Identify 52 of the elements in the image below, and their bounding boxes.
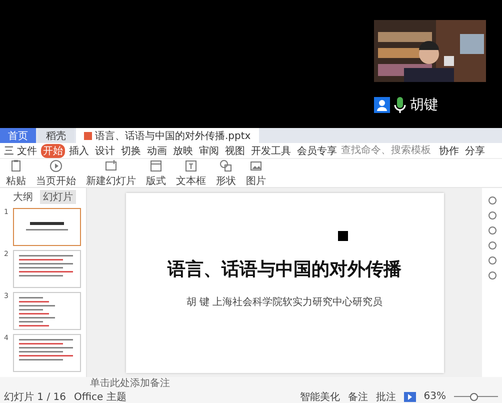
layout-icon <box>149 158 163 172</box>
menu-tab[interactable]: 视图 <box>223 144 248 158</box>
toolbar-button[interactable]: 新建幻灯片 <box>86 158 136 188</box>
slide-thumbnail[interactable] <box>13 334 81 372</box>
presentation-icon <box>84 132 92 140</box>
slide-subtitle: 胡 键 上海社会科学院软实力研究中心研究员 <box>186 296 383 308</box>
toolbar-button[interactable]: 形状 <box>216 158 236 188</box>
app-tab[interactable]: 首页 <box>0 128 36 143</box>
beautify-button[interactable]: 智能美化 <box>300 390 340 403</box>
new-slide-icon <box>104 158 118 172</box>
play-icon <box>49 158 63 172</box>
toolbar-button[interactable]: 粘贴 <box>6 158 26 188</box>
user-icon <box>374 97 390 113</box>
text-box-icon <box>184 158 198 172</box>
menu-tab[interactable]: 开始 <box>41 144 66 158</box>
square-shape <box>338 230 348 240</box>
play-icon[interactable] <box>404 392 416 402</box>
menu-tab[interactable]: 审阅 <box>197 144 222 158</box>
zoom-value[interactable]: 63% <box>424 391 446 402</box>
slide-thumbnail[interactable] <box>13 208 81 246</box>
menu-tab[interactable]: 放映 <box>171 144 196 158</box>
microphone-icon[interactable] <box>394 96 406 114</box>
toolbar-button[interactable]: 图片 <box>246 158 266 188</box>
participant-name: 胡键 <box>410 96 438 114</box>
clipboard-icon <box>9 158 23 172</box>
search-field[interactable]: 查找命令、搜索模板 <box>341 145 436 156</box>
menu-tab[interactable]: 三 文件 <box>2 144 40 158</box>
menu-tab[interactable]: 切换 <box>119 144 144 158</box>
slide-thumbnail[interactable] <box>13 250 81 288</box>
menu-tab[interactable]: 插入 <box>67 144 92 158</box>
menu-tab[interactable]: 设计 <box>93 144 118 158</box>
panel-tab[interactable]: 幻灯片 <box>40 190 76 204</box>
menu-button[interactable]: 协作 <box>437 144 462 158</box>
app-tab[interactable]: 语言、话语与中国的对外传播.pptx <box>76 128 259 143</box>
slide-count: 幻灯片 1 / 16 <box>4 390 66 403</box>
comments-button[interactable]: 批注 <box>376 390 396 403</box>
panel-tab[interactable]: 大纲 <box>10 190 36 204</box>
menu-tab[interactable]: 会员专享 <box>295 144 340 158</box>
app-tab[interactable]: 稻壳 <box>38 128 74 143</box>
notes-button[interactable]: 备注 <box>348 390 368 403</box>
menu-tab[interactable]: 开发工具 <box>249 144 294 158</box>
menu-tab[interactable]: 动画 <box>145 144 170 158</box>
toolbar-button[interactable]: 当页开始 <box>36 158 76 188</box>
slide-thumbnail[interactable] <box>13 292 81 330</box>
image-icon <box>249 158 263 172</box>
slide-title: 语言、话语与中国的对外传播 <box>168 258 402 280</box>
shapes-icon <box>219 158 233 172</box>
toolbar-button[interactable]: 版式 <box>146 158 166 188</box>
toolbar-button[interactable]: 文本框 <box>176 158 206 188</box>
menu-button[interactable]: 分享 <box>463 144 488 158</box>
zoom-slider[interactable] <box>470 393 478 401</box>
theme-name: Office 主题 <box>74 390 126 403</box>
